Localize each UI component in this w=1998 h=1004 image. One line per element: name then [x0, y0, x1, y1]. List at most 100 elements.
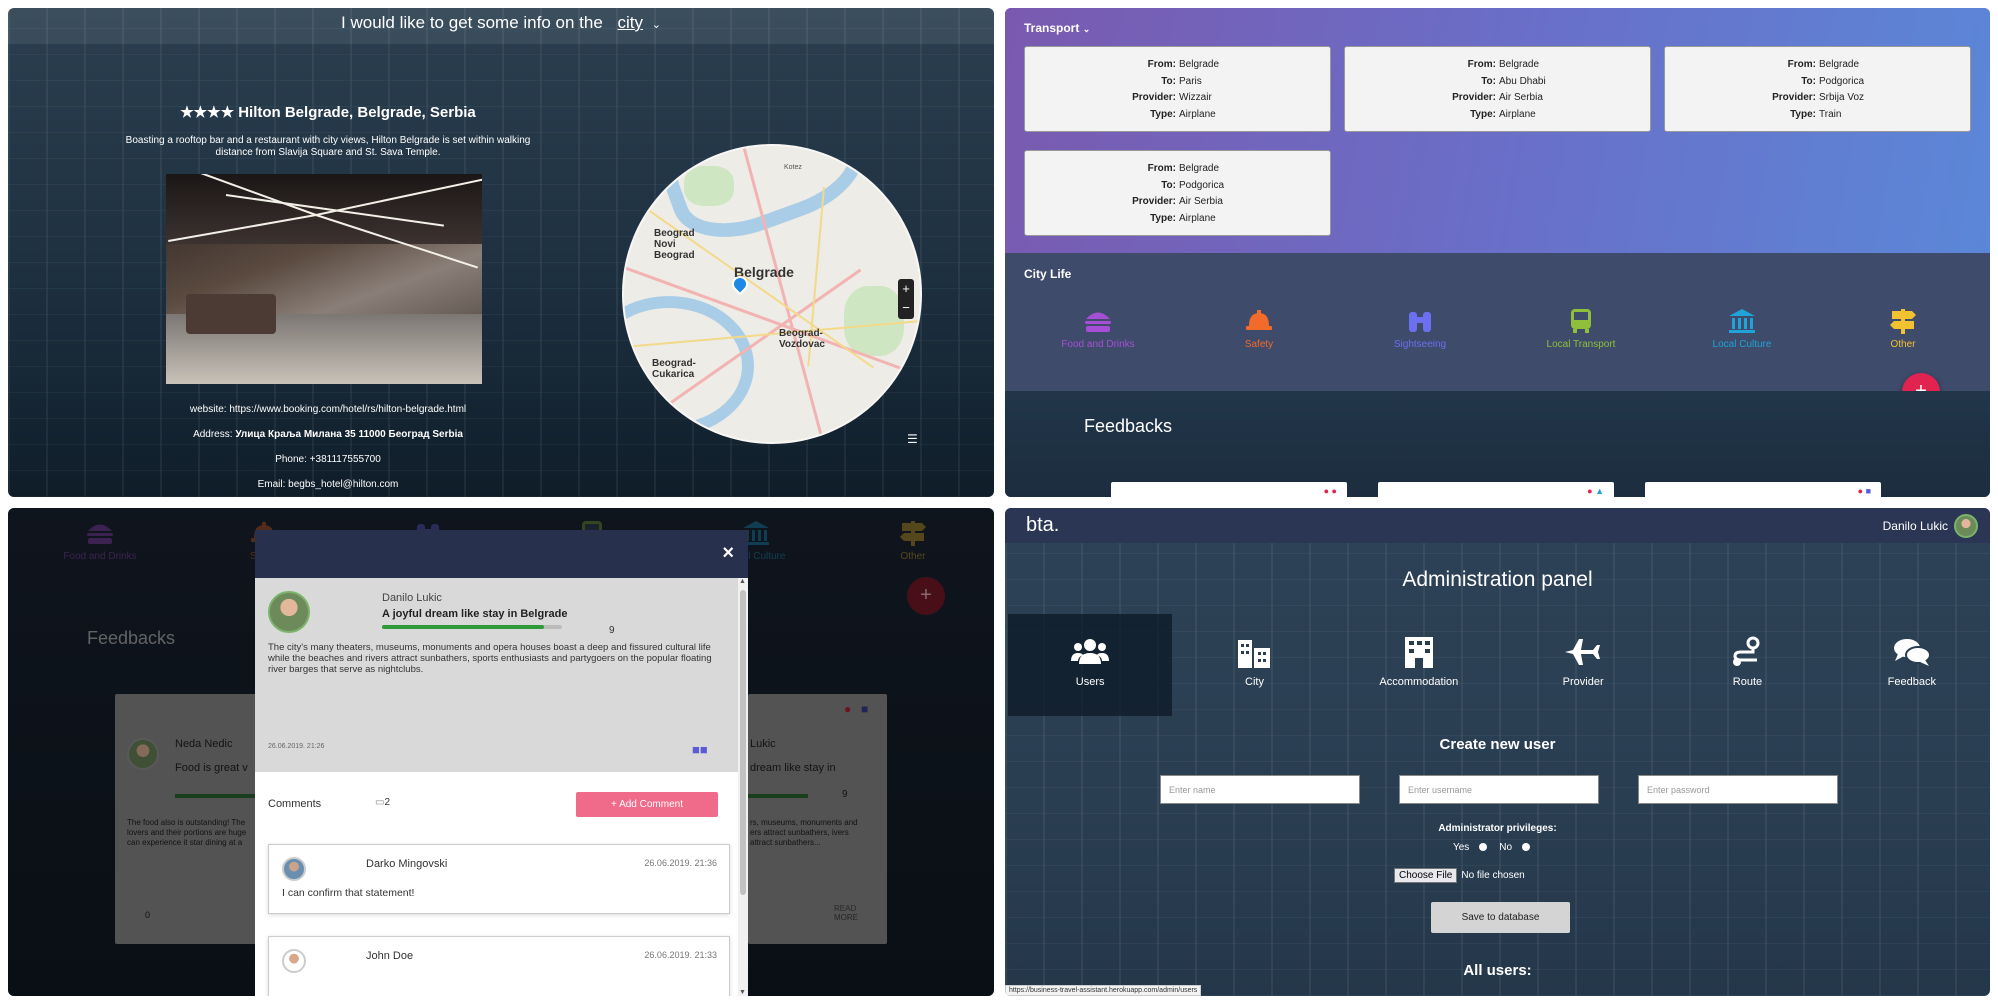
transport-type-row: Type: Airplane	[1025, 211, 1330, 228]
file-input: Choose File No file chosen	[1394, 868, 1525, 883]
scroll-down-icon[interactable]: ▼	[739, 989, 746, 996]
feedback-card[interactable]: ● ■	[1645, 482, 1881, 497]
map-label-cukarica: Beograd-Cukarica	[652, 358, 696, 380]
comments-header: Comments ▭2 + Add Comment	[255, 772, 738, 836]
no-radio[interactable]	[1522, 843, 1531, 852]
user-name[interactable]: Danilo Lukic	[1883, 519, 1948, 533]
chevron-down-icon[interactable]: ⌄	[1083, 24, 1091, 34]
modal-scrollbar[interactable]: ▲ ▼	[738, 578, 748, 996]
transport-to-value: Paris	[1179, 75, 1202, 87]
category-label: Other	[1890, 339, 1916, 350]
map-label-vozdovac: Beograd-Vozdovac	[779, 328, 825, 350]
avatar	[268, 591, 310, 633]
transport-provider-label: Provider:	[1452, 92, 1496, 103]
username-input[interactable]: Enter username	[1399, 775, 1599, 804]
layers-icon[interactable]: ☰	[907, 432, 918, 446]
scrollbar-thumb[interactable]	[740, 590, 746, 895]
category-local-culture[interactable]: Local Culture	[1682, 308, 1802, 350]
category-food-and-drinks[interactable]: Food and Drinks	[1038, 308, 1158, 350]
hotel-website[interactable]: website: https://www.booking.com/hotel/r…	[78, 404, 578, 415]
transport-provider-row: Provider: Srbija Voz	[1665, 90, 1970, 107]
password-input[interactable]: Enter password	[1638, 775, 1838, 804]
address-label: Address:	[193, 429, 233, 440]
tab-route[interactable]: Route	[1665, 614, 1829, 716]
transport-type-label: Type:	[1150, 212, 1176, 224]
tab-label: Accommodation	[1379, 676, 1459, 688]
feedback-card[interactable]: ● ▲	[1378, 482, 1614, 497]
city-map[interactable]: Beograd Novi Beograd Belgrade Beograd-Vo…	[622, 144, 922, 444]
category-label: Local Culture	[1712, 339, 1772, 350]
close-icon[interactable]: ×	[722, 542, 734, 565]
transport-provider-value: Wizzair	[1179, 92, 1212, 103]
transport-type-value: Train	[1819, 108, 1842, 120]
binoculars-icon: ■■	[692, 742, 708, 757]
transport-type-value: Airplane	[1179, 108, 1216, 120]
transport-to-label: To:	[1161, 179, 1176, 191]
choose-file-button[interactable]: Choose File	[1394, 868, 1458, 883]
tab-feedback[interactable]: Feedback	[1830, 614, 1990, 716]
transport-from-value: Belgrade	[1179, 59, 1220, 70]
hotel-phone: Phone: +381117555700	[275, 454, 381, 465]
hotel-address: Address: Улица Краља Милана 35 11000 Бео…	[78, 429, 578, 440]
file-status: No file chosen	[1461, 870, 1525, 881]
hotel-email[interactable]: Email: begbs_hotel@hilton.com	[78, 479, 578, 490]
zoom-out-icon[interactable]: −	[898, 298, 914, 317]
helmet-icon	[1244, 308, 1274, 334]
category-safety[interactable]: Safety	[1199, 308, 1319, 350]
zoom-in-icon[interactable]: +	[898, 279, 914, 298]
navbar: bta. Danilo Lukic	[1005, 508, 1990, 543]
yes-radio[interactable]	[1479, 843, 1488, 852]
comments-icon	[1892, 636, 1932, 668]
tab-provider[interactable]: Provider	[1501, 614, 1665, 716]
city-selector-prefix: I would like to get some info on the	[341, 13, 603, 32]
add-comment-button[interactable]: + Add Comment	[576, 792, 718, 817]
page-title: Administration panel	[1402, 568, 1593, 591]
rating-score: 9	[609, 625, 615, 636]
category-other[interactable]: Other	[1843, 308, 1963, 350]
tab-users[interactable]: Users	[1008, 614, 1173, 716]
transport-from-value: Belgrade	[1179, 163, 1220, 174]
post-date: 26.06.2019. 21:26	[268, 743, 325, 750]
transport-heading[interactable]: Transport ⌄	[1024, 21, 1090, 35]
map-zoom-control[interactable]: + −	[898, 279, 914, 319]
transport-provider-value: Srbija Voz	[1819, 92, 1865, 103]
feedback-card[interactable]: ● ●	[1111, 482, 1347, 497]
food-icon: ● ●	[1323, 486, 1337, 496]
transport-provider-row: Provider: Wizzair	[1025, 90, 1330, 107]
brand-logo[interactable]: bta.	[1026, 514, 1059, 537]
city-selector-bar: I would like to get some info on the cit…	[8, 8, 994, 44]
museum-icon	[1727, 308, 1757, 334]
transport-card[interactable]: From: Belgrade To: Podgorica Provider: Srbija…	[1664, 46, 1971, 132]
scroll-up-icon[interactable]: ▲	[739, 578, 746, 585]
transport-type-row: Type: Train	[1665, 107, 1970, 124]
category-local-transport[interactable]: Local Transport	[1521, 308, 1641, 350]
city-dropdown[interactable]: city	[618, 13, 644, 32]
comment-item: John Doe 26.06.2019. 21:33	[268, 936, 730, 996]
save-button[interactable]: Save to database	[1431, 902, 1570, 933]
transport-type-value: Airplane	[1179, 212, 1216, 224]
address-value: Улица Краља Милана 35 11000 Београд Serb…	[235, 429, 463, 440]
tab-accommodation[interactable]: Accommodation	[1337, 614, 1501, 716]
avatar[interactable]	[1954, 514, 1978, 538]
transport-from-label: From:	[1147, 163, 1176, 174]
transport-to-value: Podgorica	[1179, 179, 1225, 191]
tab-city[interactable]: City	[1172, 614, 1336, 716]
category-sightseeing[interactable]: Sightseeing	[1360, 308, 1480, 350]
tab-label: Route	[1732, 676, 1763, 688]
name-input[interactable]: Enter name	[1160, 775, 1360, 804]
transport-from-row: From: Belgrade	[1025, 161, 1330, 178]
transport-card[interactable]: From: Belgrade To: Paris Provider: Wizzair Typ…	[1024, 46, 1331, 132]
modal-body: Danilo Lukic A joyful dream like stay in…	[255, 578, 738, 996]
transport-to-value: Podgorica	[1819, 75, 1865, 87]
transport-to-label: To:	[1161, 75, 1176, 87]
transport-card[interactable]: From: Belgrade To: Podgorica Provider: Air Se…	[1024, 150, 1331, 236]
transport-provider-label: Provider:	[1132, 92, 1176, 103]
transport-type-label: Type:	[1790, 108, 1816, 120]
transport-from-row: From: Belgrade	[1665, 57, 1970, 74]
chevron-down-icon[interactable]: ⌄	[652, 19, 661, 31]
city-info-panel: Transport ⌄ From: Belgrade To: Paris Provide…	[1005, 8, 1990, 497]
transport-to-value: Abu Dhabi	[1499, 75, 1546, 87]
map-label-kotez: Kotez	[784, 164, 802, 171]
transport-card[interactable]: From: Belgrade To: Abu Dhabi Provider: Air Se…	[1344, 46, 1651, 132]
transport-type-label: Type:	[1470, 108, 1496, 120]
